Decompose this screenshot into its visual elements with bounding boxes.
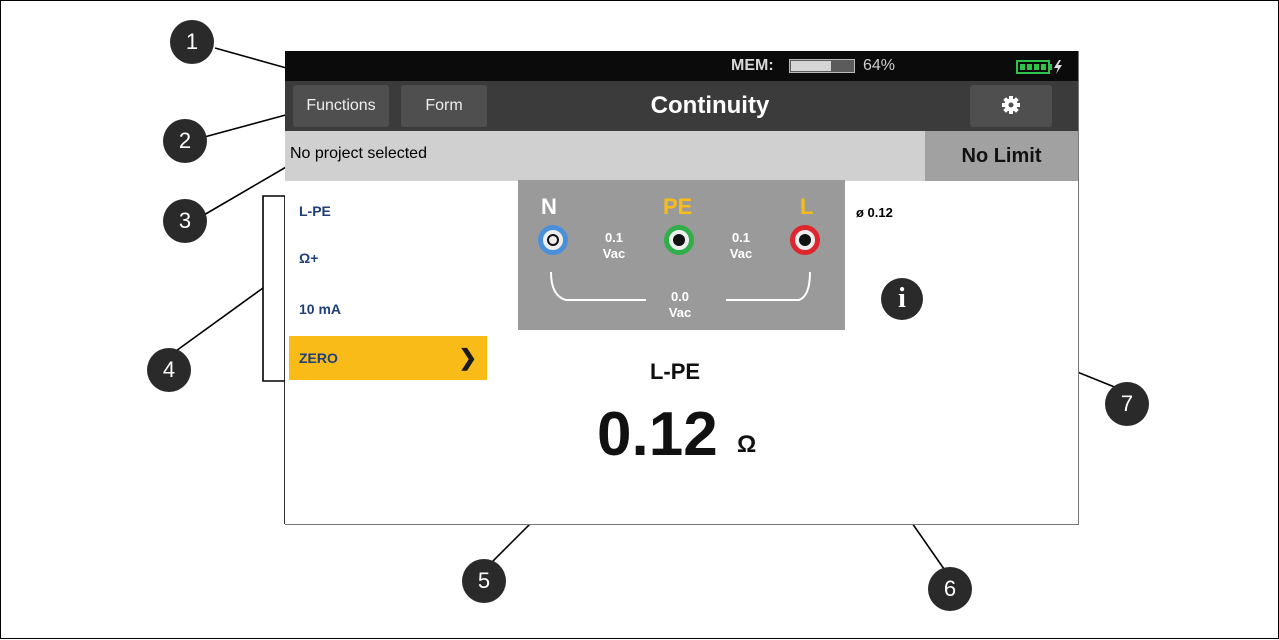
info-icon[interactable]: i [881, 278, 923, 320]
device-screen: MEM: 64% Functions Form Continuity No pr… [285, 51, 1079, 525]
average-reading: ø 0.12 [856, 205, 893, 220]
measurement-value: 0.12 [597, 400, 718, 469]
option-10ma[interactable]: 10 mA [289, 287, 487, 331]
form-button[interactable]: Form [401, 85, 487, 127]
leader-line-3 [196, 162, 294, 220]
callout-7: 7 [1105, 382, 1149, 426]
battery-charging-icon [1016, 60, 1062, 74]
chevron-right-icon: ❯ [458, 345, 477, 370]
connection-diagram: N PE L 0.1 Vac 0.1 Vac 0.0 Vac [518, 180, 845, 330]
gear-icon [1002, 96, 1020, 114]
leader-line-4 [168, 287, 264, 357]
option-zero[interactable]: ZERO ❯ [289, 336, 487, 380]
functions-button[interactable]: Functions [293, 85, 389, 127]
callout-5: 5 [462, 559, 506, 603]
option-ohm-plus[interactable]: Ω+ [289, 236, 487, 280]
project-bar: No project selected No Limit [285, 131, 1078, 181]
leader-line-2 [196, 112, 294, 140]
measurement-unit: Ω [737, 431, 757, 458]
project-status[interactable]: No project selected [290, 145, 427, 163]
settings-button[interactable] [970, 85, 1052, 127]
callout-3: 3 [163, 199, 207, 243]
title-bar: Functions Form Continuity [285, 81, 1078, 131]
memory-usage-fill [791, 61, 831, 71]
callout-2: 2 [163, 119, 207, 163]
memory-percent: 64% [863, 57, 896, 74]
leader-line-1 [214, 47, 291, 70]
callout-4: 4 [147, 348, 191, 392]
measurement-label: L-PE [649, 359, 701, 384]
n-l-bracket [550, 271, 811, 301]
screen-title: Continuity [650, 92, 770, 119]
memory-usage-bar [789, 59, 855, 73]
callout-6: 6 [928, 567, 972, 611]
figure-frame: MEM: 64% Functions Form Continuity No pr… [0, 0, 1279, 639]
option-l-pe[interactable]: L-PE [289, 189, 487, 233]
memory-label: MEM: [731, 57, 774, 74]
limit-button[interactable]: No Limit [925, 131, 1078, 181]
option-zero-label: ZERO [299, 350, 338, 366]
status-bar: MEM: 64% [285, 51, 1078, 81]
callout-1: 1 [170, 20, 214, 64]
